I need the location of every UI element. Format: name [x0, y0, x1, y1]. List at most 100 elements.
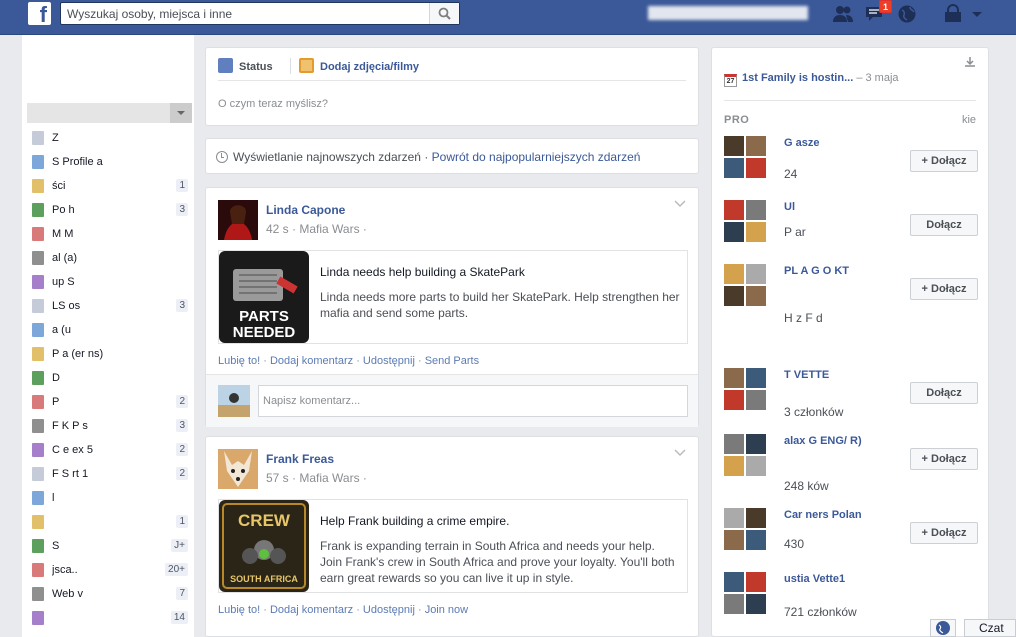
facebook-logo-icon[interactable]: f	[28, 2, 51, 25]
group-photo-mosaic[interactable]	[724, 136, 766, 178]
tab-status[interactable]: Status	[218, 58, 273, 76]
event-reminder[interactable]: 27 1st Family is hostin... – 3 maja	[724, 72, 899, 87]
group-name[interactable]: T VETTE	[784, 368, 904, 383]
chevron-down-icon[interactable]	[170, 103, 192, 123]
group-name[interactable]: PL A G O KT	[784, 264, 904, 279]
like-link[interactable]: Lubię to!	[218, 355, 260, 367]
attachment-title[interactable]: Linda needs help building a SkatePark	[320, 265, 525, 279]
comment-link[interactable]: Dodaj komentarz	[270, 604, 353, 616]
sidebar-item[interactable]: l	[22, 487, 194, 511]
group-photo-mosaic[interactable]	[724, 508, 766, 550]
tab-add-photos[interactable]: Dodaj zdjęcia/filmy	[299, 58, 419, 76]
settings-dropdown-icon[interactable]	[970, 4, 984, 24]
comment-input[interactable]	[259, 386, 687, 416]
sidebar-item[interactable]: P a (er ns)	[22, 343, 194, 367]
chat-sidebar-toggle[interactable]: Czat	[964, 619, 1016, 637]
group-photo-mosaic[interactable]	[724, 264, 766, 306]
comment-field[interactable]	[258, 385, 688, 417]
status-input[interactable]: O czym teraz myślisz?	[218, 98, 328, 110]
sidebar-item[interactable]: up S	[22, 271, 194, 295]
like-link[interactable]: Lubię to!	[218, 604, 260, 616]
avatar	[218, 385, 250, 417]
join-group-button[interactable]: + Dołącz	[910, 278, 978, 300]
group-photo-mosaic[interactable]	[724, 434, 766, 476]
sidebar-item-icon	[32, 275, 44, 289]
group-photo-mosaic[interactable]	[724, 200, 766, 242]
notification-badge: 1	[879, 0, 892, 13]
share-link[interactable]: Udostępnij	[363, 355, 415, 367]
sidebar-item[interactable]: LS os 3	[22, 295, 194, 319]
sidebar-item[interactable]: S J+	[22, 535, 194, 559]
story-actions: Lubię to! · Dodaj komentarz · Udostępnij…	[218, 355, 480, 367]
chat-options-button[interactable]	[930, 619, 956, 637]
photo-icon	[299, 58, 314, 73]
group-name[interactable]: alax G ENG/ R)	[784, 434, 904, 449]
attachment-title[interactable]: Help Frank building a crime empire.	[320, 514, 509, 528]
sidebar-item[interactable]: P2	[22, 391, 194, 415]
avatar[interactable]	[218, 200, 258, 240]
chevron-down-icon[interactable]	[674, 200, 686, 208]
story-attachment[interactable]: CREW SOUTH AFRICA Help Frank building a c…	[218, 499, 688, 593]
sidebar-item[interactable]: 1	[22, 511, 194, 535]
group-name[interactable]: ustia Vette1	[784, 572, 904, 587]
chevron-down-icon[interactable]	[674, 449, 686, 457]
status-composer: Status Dodaj zdjęcia/filmy O czym teraz …	[205, 47, 699, 126]
sidebar-item[interactable]: a (u	[22, 319, 194, 343]
sidebar-item-count: 2	[176, 395, 188, 408]
event-title[interactable]: 1st Family is hostin...	[742, 72, 853, 84]
sidebar-item[interactable]: F S rt 1 2	[22, 463, 194, 487]
sidebar-item-icon	[32, 323, 44, 337]
story-attachment[interactable]: PARTS NEEDED Linda needs help building a …	[218, 250, 688, 344]
user-profile-link[interactable]	[648, 6, 808, 20]
sidebar-item-icon	[32, 203, 44, 217]
group-name[interactable]: Ul	[784, 200, 904, 215]
sidebar-item-label: C e ex 5	[52, 444, 93, 456]
group-photo-mosaic[interactable]	[724, 368, 766, 410]
story-author-name[interactable]: Frank Freas	[266, 452, 334, 466]
sidebar-item[interactable]: C e ex 5 2	[22, 439, 194, 463]
group-members-count: 430	[784, 537, 805, 551]
story-author-name[interactable]: Linda Capone	[266, 203, 345, 217]
group-name[interactable]: Car ners Polan	[784, 508, 904, 523]
group-member-photo	[724, 434, 744, 454]
story-meta: 57 s · Mafia Wars ·	[266, 471, 367, 485]
join-group-button[interactable]: + Dołącz	[910, 522, 978, 544]
sidebar-item[interactable]: jsca.. 20+	[22, 559, 194, 583]
search-input[interactable]	[61, 3, 426, 24]
app-action-link[interactable]: Send Parts	[425, 355, 479, 367]
sidebar-item-label: Z	[52, 132, 59, 144]
comment-link[interactable]: Dodaj komentarz	[270, 355, 353, 367]
join-group-button[interactable]: Dołącz	[910, 214, 978, 236]
sidebar-item[interactable]: ści 1	[22, 175, 194, 199]
download-icon[interactable]	[964, 56, 976, 68]
sidebar-item[interactable]: D	[22, 367, 194, 391]
share-link[interactable]: Udostępnij	[363, 604, 415, 616]
sidebar-item[interactable]: al (a)	[22, 247, 194, 271]
sidebar-item[interactable]: M M	[22, 223, 194, 247]
sidebar-item[interactable]: Po h 3	[22, 199, 194, 223]
avatar[interactable]	[218, 449, 258, 489]
group-member-photo	[746, 456, 766, 476]
sort-top-stories-link[interactable]: Powrót do najpopularniejszych zdarzeń	[432, 150, 641, 164]
globe-icon[interactable]	[896, 4, 918, 24]
join-group-button[interactable]: + Dołącz	[910, 150, 978, 172]
sidebar-item[interactable]: 14	[22, 607, 194, 631]
left-section-header[interactable]	[27, 103, 192, 123]
friends-icon[interactable]	[832, 4, 854, 24]
sidebar-item-count: 3	[176, 299, 188, 312]
group-photo-mosaic[interactable]	[724, 572, 766, 614]
sidebar-item[interactable]: F K P s 3	[22, 415, 194, 439]
see-all-link[interactable]: kie	[962, 114, 976, 126]
group-name[interactable]: G asze	[784, 136, 904, 151]
sidebar-item[interactable]: Z	[22, 127, 194, 151]
sidebar-item-label: D	[52, 372, 60, 384]
sidebar-item[interactable]: S Profile a	[22, 151, 194, 175]
lock-icon[interactable]	[942, 4, 964, 24]
app-action-link[interactable]: Join now	[425, 604, 468, 616]
join-group-button[interactable]: Dołącz	[910, 382, 978, 404]
suggested-groups-title: PRO	[724, 114, 750, 126]
join-group-button[interactable]: + Dołącz	[910, 448, 978, 470]
sidebar-item[interactable]: Web v 7	[22, 583, 194, 607]
search-button[interactable]	[429, 3, 459, 24]
sidebar-item-icon	[32, 443, 44, 457]
